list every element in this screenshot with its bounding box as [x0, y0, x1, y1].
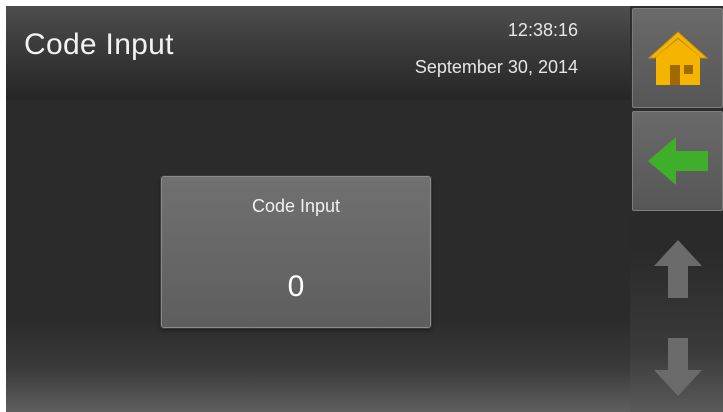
scroll-up-button[interactable]	[632, 224, 723, 314]
header-bar: Code Input 12:38:16 September 30, 2014	[6, 6, 630, 100]
home-button[interactable]	[632, 8, 723, 108]
scroll-down-button[interactable]	[632, 322, 723, 412]
clock-time: 12:38:16	[507, 20, 578, 40]
back-arrow-icon	[633, 112, 722, 210]
code-input-value: 0	[287, 270, 305, 303]
hmi-screen: Code Input 12:38:16 September 30, 2014 C…	[6, 6, 723, 412]
page-title: Code Input	[24, 28, 174, 61]
home-icon	[633, 9, 722, 107]
clock-date: September 30, 2014	[414, 57, 578, 77]
back-button[interactable]	[632, 111, 723, 211]
content-area: Code Input 0	[6, 100, 630, 412]
nav-sidebar	[630, 6, 723, 412]
code-input-label: Code Input	[251, 196, 341, 216]
up-arrow-icon	[652, 238, 704, 300]
code-input-button[interactable]: Code Input 0	[161, 176, 431, 328]
down-arrow-icon	[652, 336, 704, 398]
